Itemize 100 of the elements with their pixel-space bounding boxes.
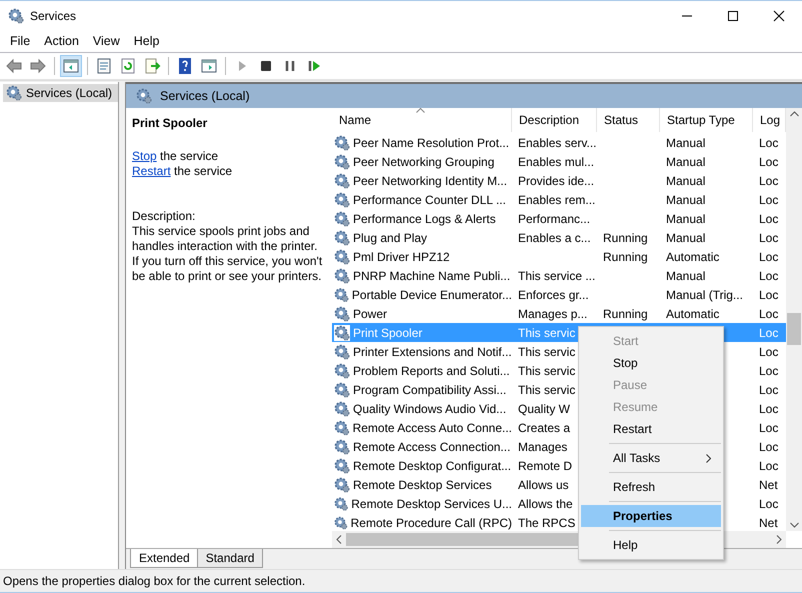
description-label: Description: (132, 209, 196, 224)
table-cell: Loc (759, 268, 778, 282)
menu-item[interactable]: Help (126, 34, 166, 48)
table-cell: Creates a (518, 420, 570, 434)
service-name-cell[interactable]: Program Compatibility Assi... (353, 382, 506, 396)
table-cell: Running (603, 250, 648, 264)
table-cell: Loc (759, 420, 778, 434)
help-icon (176, 57, 194, 75)
table-cell: Enforces gr... (518, 288, 589, 302)
menu-item[interactable]: Properties (581, 505, 721, 527)
service-name-cell[interactable]: Peer Name Resolution Prot... (353, 136, 510, 150)
scroll-up-icon (790, 111, 798, 117)
table-cell: Manual (666, 136, 706, 150)
table-cell: Enables serv... (518, 136, 596, 150)
gear-icon (334, 172, 350, 188)
table-cell: Manual (Trig... (666, 288, 743, 302)
menu-item[interactable]: File (3, 34, 38, 48)
action-link[interactable]: Stop (132, 149, 157, 163)
table-cell: Performanc... (518, 212, 590, 226)
table-cell: Net (759, 478, 778, 492)
table-cell: Loc (759, 382, 778, 396)
service-name-cell[interactable]: Quality Windows Audio Vid... (353, 402, 506, 416)
scroll-down-icon (790, 522, 798, 528)
menu-item[interactable]: Refresh (581, 476, 721, 498)
gear-icon (136, 88, 152, 104)
table-cell: Manual (666, 212, 706, 226)
service-name-cell[interactable]: Pml Driver HPZ12 (353, 250, 450, 264)
back-icon (5, 57, 23, 75)
vertical-scrollbar[interactable] (786, 108, 802, 531)
gear-icon (334, 400, 350, 416)
action-text: the service (174, 164, 232, 178)
gear-icon (334, 192, 350, 208)
table-cell: Loc (759, 136, 778, 150)
gear-icon (334, 496, 348, 512)
gear-icon (334, 306, 350, 322)
service-name-cell[interactable]: Portable Device Enumerator... (352, 288, 512, 302)
service-name-cell[interactable]: Performance Counter DLL ... (353, 192, 506, 206)
tree-item[interactable]: Services (Local) (3, 84, 118, 102)
column-header[interactable]: Name (332, 108, 512, 132)
table-cell: Enables rem... (518, 192, 596, 206)
maximize-icon (727, 10, 739, 22)
gear-icon (334, 382, 350, 398)
view-tab[interactable]: Extended (130, 549, 199, 568)
service-name-cell[interactable]: Remote Procedure Call (RPC) (350, 516, 512, 530)
table-cell: Enables mul... (518, 154, 594, 168)
column-header[interactable]: Description (512, 108, 597, 132)
action-link[interactable]: Restart (132, 164, 171, 178)
column-header[interactable]: Status (597, 108, 660, 132)
table-cell: Running (603, 230, 648, 244)
gear-icon (334, 230, 350, 246)
table-cell: Allows us (518, 478, 569, 492)
service-name-cell[interactable]: Remote Desktop Services (353, 478, 492, 492)
scroll-thumb[interactable] (346, 533, 581, 546)
table-cell: Loc (759, 344, 778, 358)
table-cell: Loc (759, 440, 778, 454)
console-tree-button[interactable] (60, 55, 82, 77)
gear-icon (334, 268, 350, 284)
gear-icon (8, 8, 24, 24)
forward-icon (29, 57, 47, 75)
service-name-cell[interactable]: Power (353, 306, 388, 320)
service-name-cell[interactable]: Problem Reports and Soluti... (353, 364, 510, 378)
gear-icon (334, 476, 350, 492)
table-cell: This servic (518, 364, 576, 378)
service-name-cell[interactable]: Printer Extensions and Notif... (353, 344, 512, 358)
table-cell: Provides ide... (518, 174, 594, 188)
sort-icon (416, 108, 425, 113)
menu-item[interactable]: Action (37, 34, 86, 48)
service-name-cell[interactable]: Remote Access Connection... (353, 440, 510, 454)
scroll-thumb[interactable] (787, 313, 801, 345)
service-name-cell[interactable]: Performance Logs & Alerts (353, 212, 496, 226)
action-pane-icon (200, 57, 218, 75)
service-name-cell[interactable]: Remote Desktop Configurat... (353, 458, 512, 472)
table-cell: Loc (759, 212, 778, 226)
table-cell: Enables a c... (518, 230, 591, 244)
service-name-cell[interactable]: Remote Access Auto Conne... (352, 420, 512, 434)
gear-icon (334, 154, 350, 170)
table-cell: Allows the (518, 496, 573, 510)
service-name-cell[interactable]: Remote Desktop Services U... (351, 496, 512, 510)
service-name-cell[interactable]: Peer Networking Identity M... (353, 174, 508, 188)
window-title: Services (30, 8, 76, 22)
menu-item[interactable]: All Tasks (581, 447, 721, 469)
column-header[interactable]: Startup Type (660, 108, 753, 132)
menu-item[interactable]: Help (581, 534, 721, 556)
gear-icon (334, 362, 350, 378)
gear-icon (6, 85, 22, 101)
export-icon (143, 57, 161, 75)
menu-item[interactable]: Restart (581, 418, 721, 440)
scroll-right-icon (776, 535, 782, 544)
service-name-cell[interactable]: Plug and Play (353, 230, 428, 244)
table-cell: This servic (518, 382, 576, 396)
table-cell: Remote D (518, 458, 572, 472)
menu-item[interactable]: Stop (581, 352, 721, 374)
service-name-cell[interactable]: Peer Networking Grouping (353, 154, 494, 168)
table-cell: Loc (759, 458, 778, 472)
table-cell: The RPCS (518, 516, 576, 530)
table-cell: Automatic (666, 306, 720, 320)
menu-item[interactable]: View (86, 34, 127, 48)
view-tab[interactable]: Standard (196, 549, 264, 568)
service-name-cell[interactable]: PNRP Machine Name Publi... (353, 268, 510, 282)
gear-icon (334, 438, 350, 454)
